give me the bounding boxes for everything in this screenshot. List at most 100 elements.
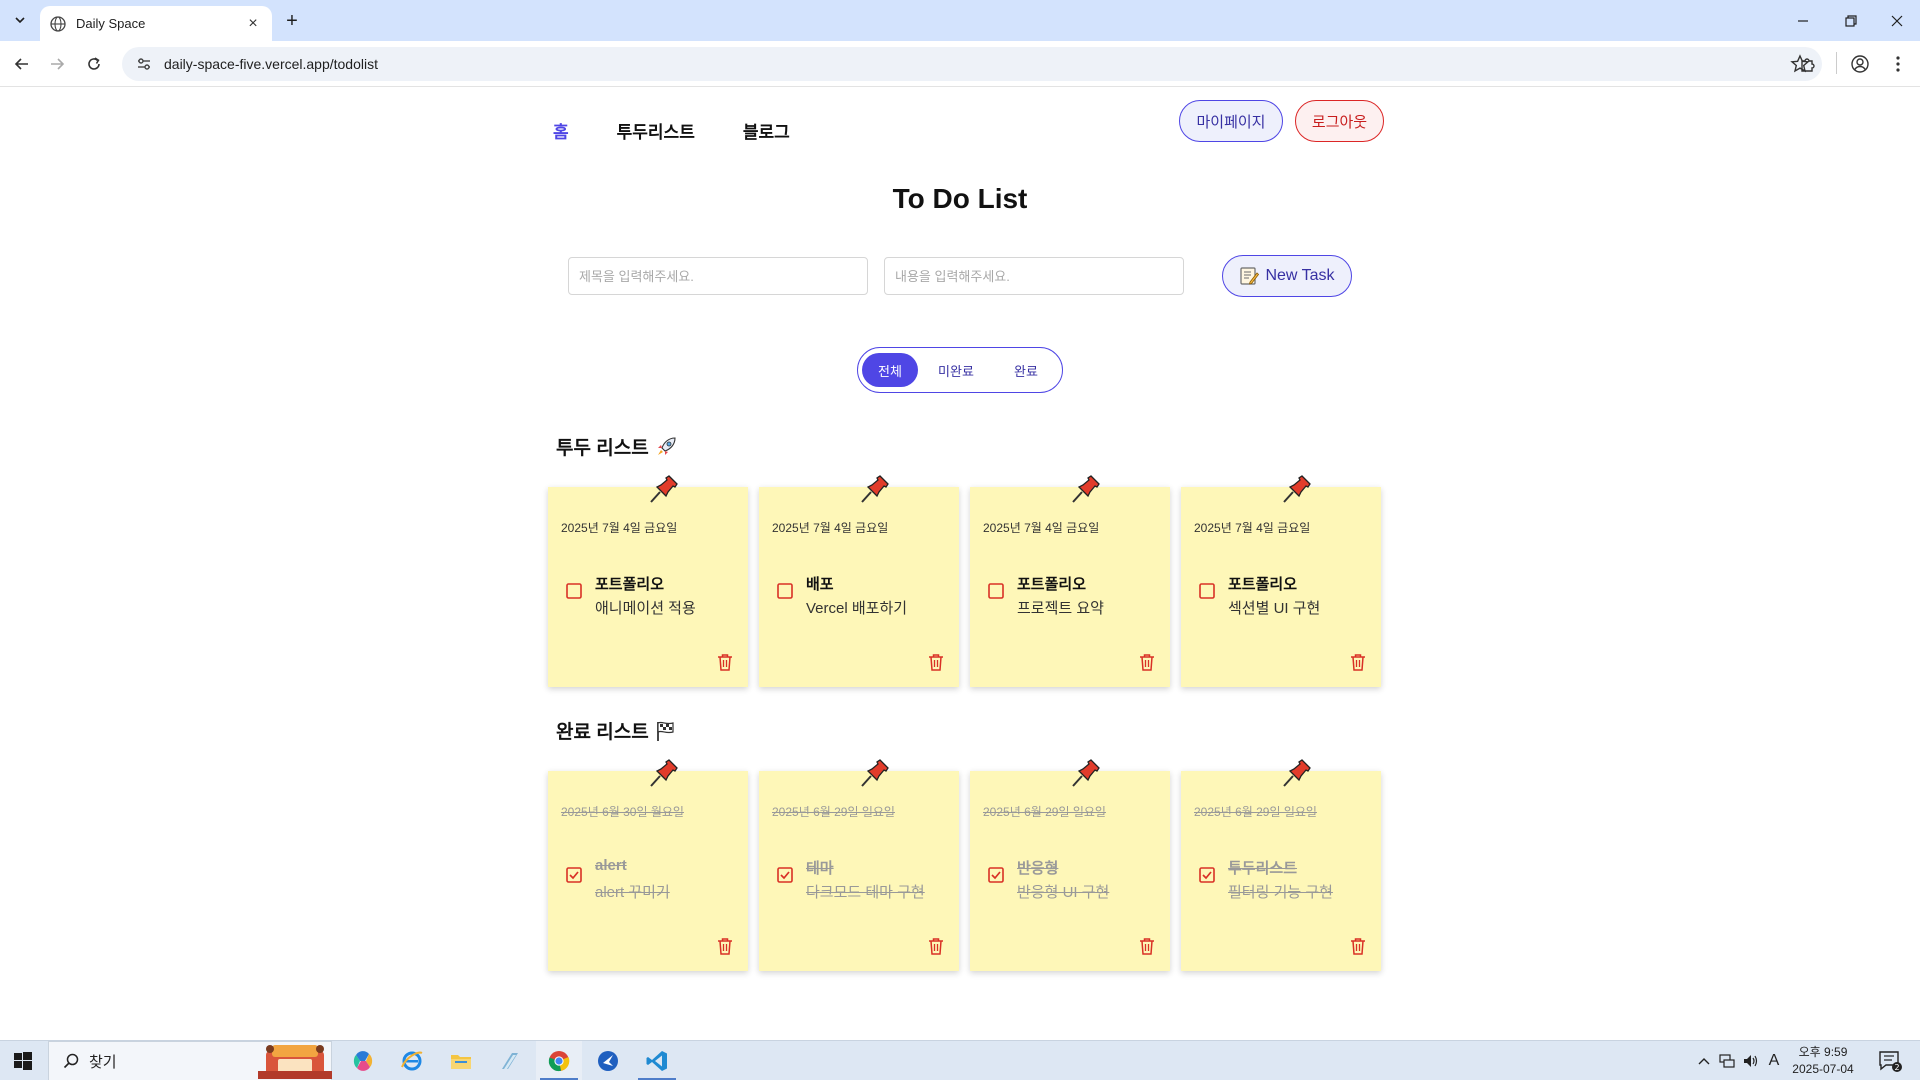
done-section-title: 완료 리스트	[556, 717, 677, 744]
notepad-app-icon[interactable]	[487, 1041, 533, 1080]
taskbar-clock[interactable]: 오후 9:59 2025-07-04	[1786, 1044, 1860, 1078]
card-title: 배포	[806, 576, 834, 593]
vscode-app-icon[interactable]	[634, 1041, 680, 1080]
checkbox-unchecked-icon[interactable]	[777, 583, 793, 599]
card-title: alert	[595, 857, 627, 874]
checkbox-checked-icon[interactable]	[988, 867, 1004, 883]
extensions-puzzle-icon[interactable]	[1796, 52, 1820, 76]
checkbox-checked-icon[interactable]	[1199, 867, 1215, 883]
filter-complete-button[interactable]: 완료	[994, 353, 1058, 387]
pushpin-icon	[861, 475, 889, 503]
volume-icon[interactable]	[1740, 1041, 1762, 1080]
network-icon[interactable]	[1716, 1041, 1738, 1080]
page-title: To Do List	[892, 183, 1028, 214]
done-card: 2025년 6월 29일 일요일 반응형 반응형 UI 구현	[970, 759, 1170, 971]
card-body: 필터링 기능 구현	[1228, 884, 1333, 901]
profile-avatar-icon[interactable]	[1848, 52, 1872, 76]
card-title: 포트폴리오	[1017, 576, 1087, 593]
card-title: 반응형	[1017, 860, 1059, 877]
new-task-label: New Task	[1265, 267, 1335, 284]
card-body: alert 꾸미기	[595, 884, 670, 901]
site-navigation: 홈 투두리스트 블로그	[553, 110, 838, 150]
mypage-button[interactable]: 마이페이지	[1179, 100, 1283, 142]
site-info-icon[interactable]	[134, 54, 154, 74]
task-content-input[interactable]	[884, 257, 1184, 295]
todo-card: 2025년 7월 4일 금요일 배포 Vercel 배포하기	[759, 475, 959, 687]
trash-icon[interactable]	[928, 653, 944, 671]
input-method-indicator[interactable]: A	[1764, 1041, 1784, 1080]
todo-card: 2025년 7월 4일 금요일 포트폴리오 프로젝트 요약	[970, 475, 1170, 687]
new-task-button[interactable]: New Task	[1222, 255, 1352, 297]
card-body: 프로젝트 요약	[1017, 600, 1104, 617]
forward-arrow-icon[interactable]	[43, 50, 71, 78]
done-card: 2025년 6월 30일 월요일 alert alert 꾸미기	[548, 759, 748, 971]
checkbox-checked-icon[interactable]	[566, 867, 582, 883]
card-date: 2025년 7월 4일 금요일	[983, 521, 1100, 535]
done-section-label: 완료 리스트	[556, 722, 649, 743]
nav-link-home[interactable]: 홈	[553, 118, 569, 143]
todo-section-label: 투두 리스트	[556, 438, 649, 459]
trash-icon[interactable]	[928, 937, 944, 955]
copilot-app-icon[interactable]	[340, 1041, 386, 1080]
tray-chevron-up-icon[interactable]	[1694, 1041, 1714, 1080]
notification-count: 2	[1894, 1063, 1899, 1072]
filter-all-button[interactable]: 전체	[862, 353, 918, 387]
trash-icon[interactable]	[717, 937, 733, 955]
search-placeholder: 찾기	[89, 1053, 117, 1071]
card-date: 2025년 6월 30일 월요일	[561, 805, 684, 819]
checkbox-unchecked-icon[interactable]	[1199, 583, 1215, 599]
clock-time: 오후 9:59	[1798, 1045, 1848, 1059]
pushpin-icon	[650, 475, 678, 503]
windows-start-icon[interactable]	[0, 1041, 46, 1080]
memo-icon	[1240, 267, 1260, 285]
pushpin-icon	[861, 759, 889, 787]
chrome-app-icon[interactable]	[536, 1041, 582, 1080]
flag-icon	[656, 721, 674, 741]
file-explorer-app-icon[interactable]	[438, 1041, 484, 1080]
clock-date: 2025-07-04	[1792, 1062, 1854, 1076]
checkbox-unchecked-icon[interactable]	[566, 583, 582, 599]
filter-incomplete-button[interactable]: 미완료	[918, 353, 994, 387]
tab-search-chevron-icon[interactable]	[8, 8, 32, 32]
card-date: 2025년 7월 4일 금요일	[772, 521, 889, 535]
task-title-input[interactable]	[568, 257, 868, 295]
tab-close-icon[interactable]: ×	[244, 15, 262, 33]
url-text: daily-space-five.vercel.app/todolist	[164, 56, 378, 72]
restore-icon[interactable]	[1828, 0, 1874, 41]
flow-launcher-app-icon[interactable]	[585, 1041, 631, 1080]
card-date: 2025년 6월 29일 일요일	[983, 805, 1106, 819]
notification-center-icon[interactable]: 2	[1878, 1049, 1902, 1073]
browser-menu-icon[interactable]	[1886, 52, 1910, 76]
card-date: 2025년 6월 29일 일요일	[772, 805, 895, 819]
pushpin-icon	[1072, 759, 1100, 787]
nav-link-todolist[interactable]: 투두리스트	[617, 118, 695, 143]
browser-tab-active[interactable]: Daily Space ×	[40, 6, 272, 41]
windows-taskbar: 찾기 A 오후 9:59 2025-07-04 2	[0, 1040, 1920, 1080]
done-card: 2025년 6월 29일 일요일 테마 다크모드 테마 구현	[759, 759, 959, 971]
minimize-icon[interactable]	[1780, 0, 1826, 41]
done-card: 2025년 6월 29일 일요일 투두리스트 필터링 기능 구현	[1181, 759, 1381, 971]
close-window-icon[interactable]	[1874, 0, 1920, 41]
todo-section-title: 투두 리스트	[556, 433, 677, 460]
card-body: 애니메이션 적용	[595, 600, 696, 617]
back-arrow-icon[interactable]	[8, 50, 36, 78]
checkbox-checked-icon[interactable]	[777, 867, 793, 883]
trash-icon[interactable]	[1139, 653, 1155, 671]
checkbox-unchecked-icon[interactable]	[988, 583, 1004, 599]
card-date: 2025년 7월 4일 금요일	[1194, 521, 1311, 535]
trash-icon[interactable]	[1139, 937, 1155, 955]
internet-explorer-app-icon[interactable]	[389, 1041, 435, 1080]
trash-icon[interactable]	[1350, 653, 1366, 671]
browser-toolbar: daily-space-five.vercel.app/todolist	[0, 41, 1920, 87]
trash-icon[interactable]	[717, 653, 733, 671]
logout-button[interactable]: 로그아웃	[1295, 100, 1384, 142]
nav-link-blog[interactable]: 블로그	[743, 118, 790, 143]
card-body: 다크모드 테마 구현	[806, 884, 925, 901]
address-bar[interactable]: daily-space-five.vercel.app/todolist	[122, 47, 1822, 81]
trash-icon[interactable]	[1350, 937, 1366, 955]
tab-title: Daily Space	[76, 16, 146, 31]
browser-tab-bar: Daily Space × +	[0, 0, 1920, 41]
reload-icon[interactable]	[80, 50, 108, 78]
card-title: 포트폴리오	[1228, 576, 1298, 593]
new-tab-plus-icon[interactable]: +	[280, 9, 304, 33]
